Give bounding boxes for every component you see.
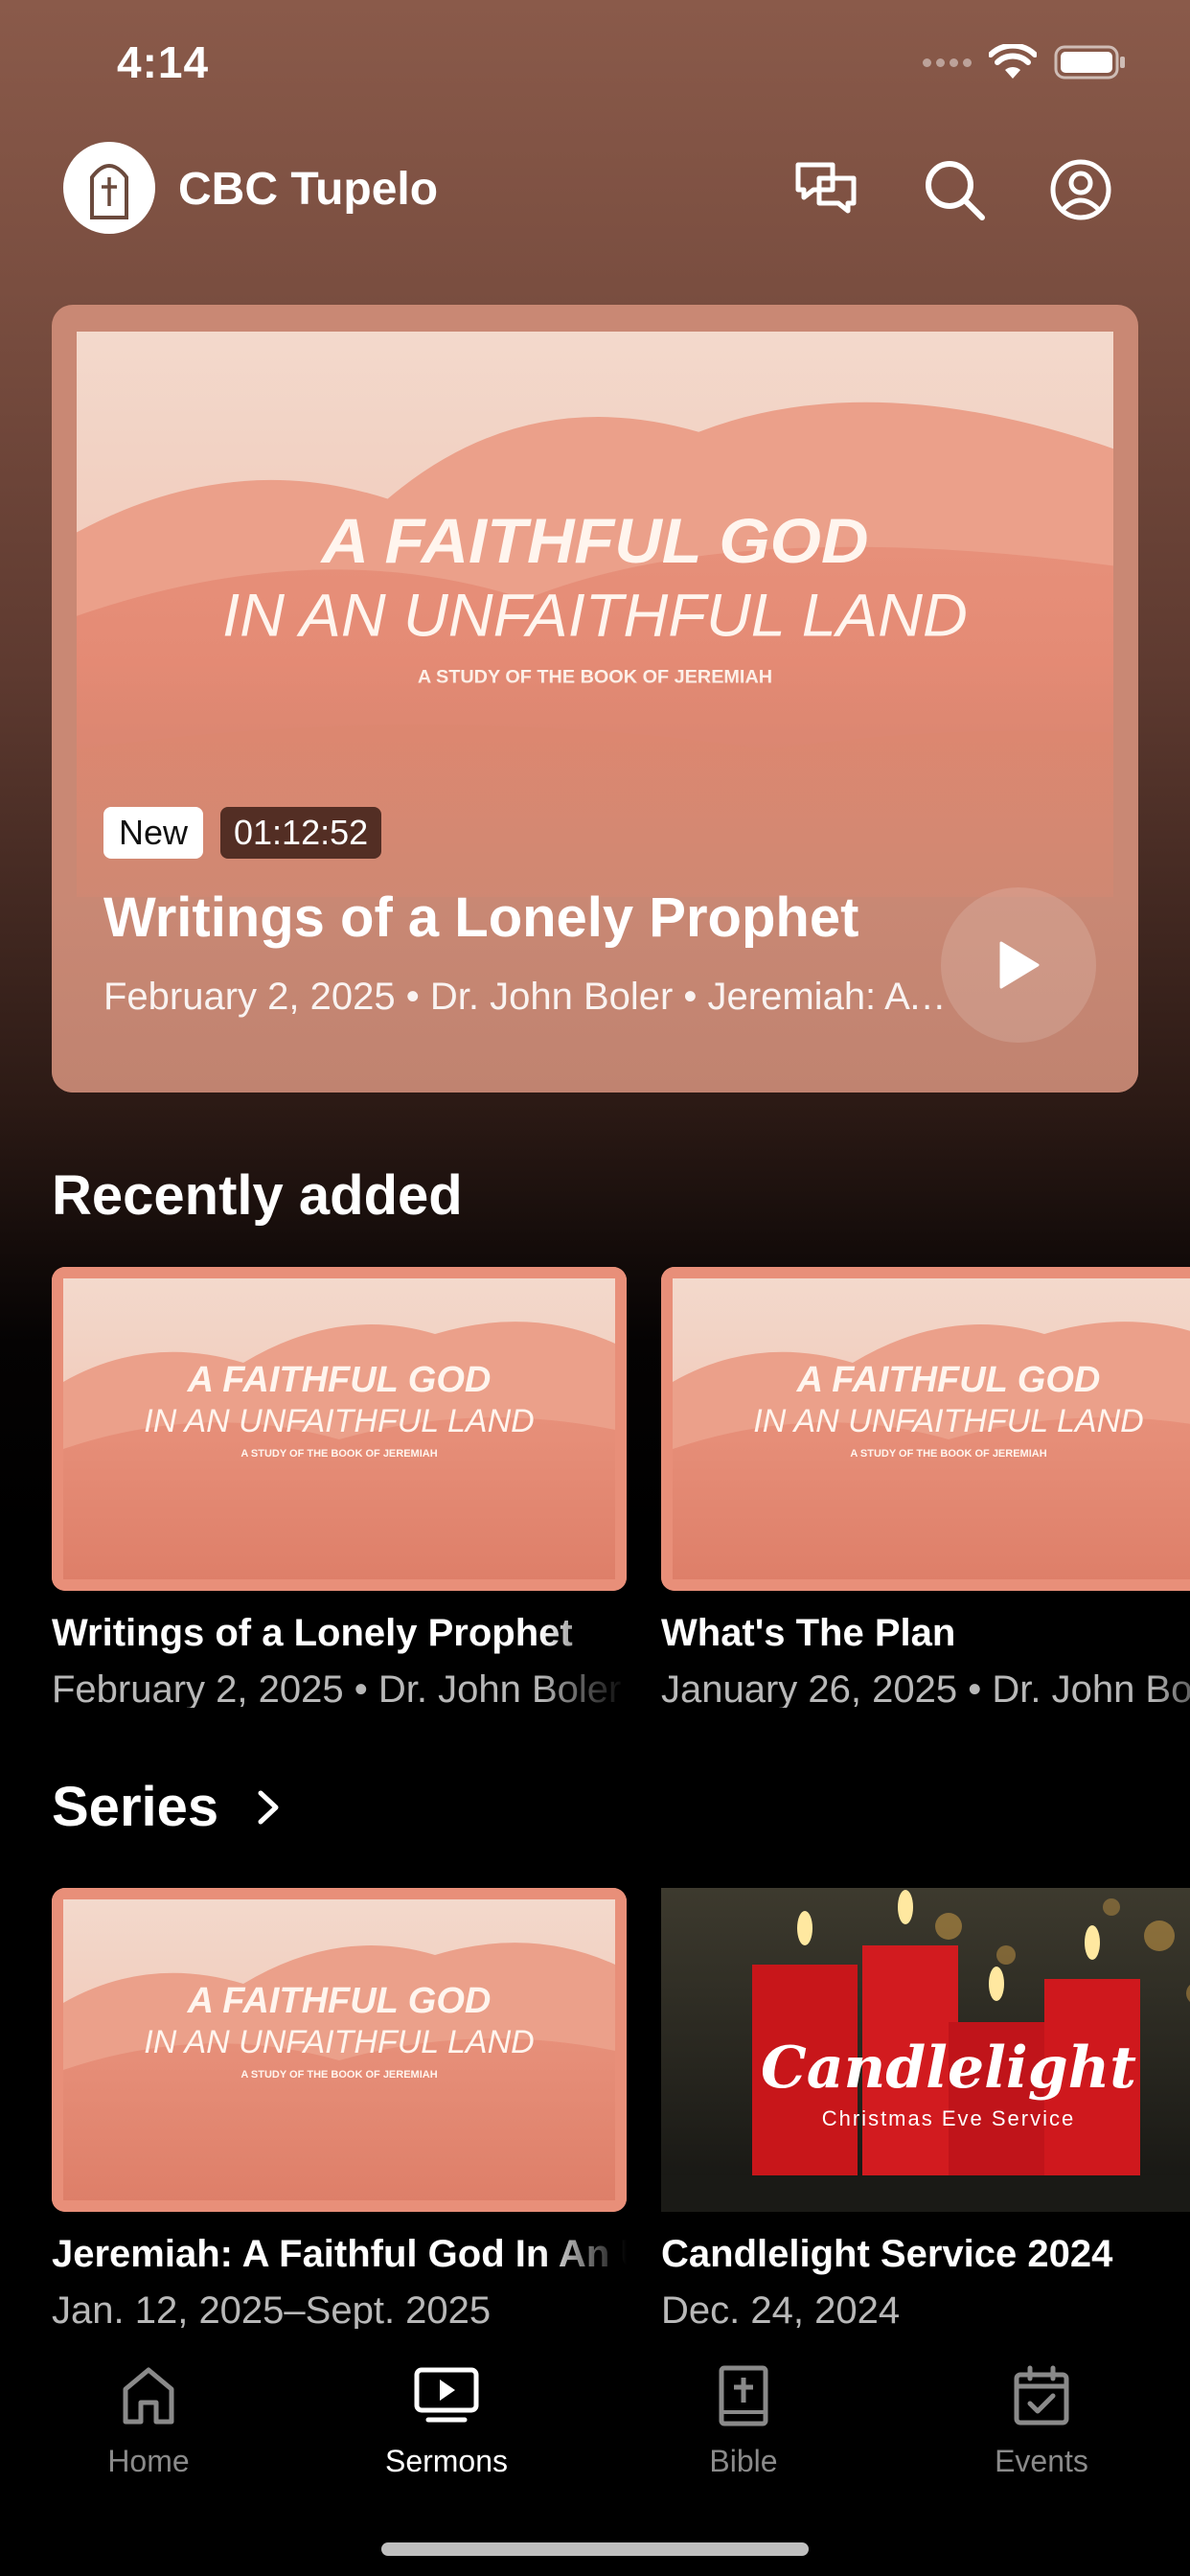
new-badge: New [103,807,204,859]
sermon-thumbnail: A FAITHFUL GOD IN AN UNFAITHFUL LAND A S… [661,1267,1190,1591]
svg-text:A STUDY OF THE BOOK OF JEREMIA: A STUDY OF THE BOOK OF JEREMIAH [850,1448,1046,1460]
series-header[interactable]: Series [52,1775,280,1839]
series-thumbnail: Candlelight Christmas Eve Service [661,1888,1190,2212]
svg-text:IN AN UNFAITHFUL LAND: IN AN UNFAITHFUL LAND [144,2024,534,2060]
series-card[interactable]: A FAITHFUL GOD IN AN UNFAITHFUL LAND A S… [52,1888,627,2329]
candlelight-subtitle: Christmas Eve Service [822,2106,1076,2130]
chat-icon [795,162,857,214]
card-title: Candlelight Service 2024 [661,2233,1113,2275]
featured-sermon-card[interactable]: A FAITHFUL GOD IN AN UNFAITHFUL LAND A S… [52,305,1138,1092]
series-card[interactable]: Candlelight Christmas Eve Service Candle… [661,1888,1190,2329]
search-icon [926,161,985,220]
series-thumbnail: A FAITHFUL GOD IN AN UNFAITHFUL LAND A S… [52,1888,627,2212]
search-button[interactable] [920,155,989,224]
status-bar: 4:14 [0,0,1190,134]
recently-added-row[interactable]: A FAITHFUL GOD IN AN UNFAITHFUL LAND A S… [52,1267,1190,1708]
duration-badge: 01:12:52 [220,807,382,859]
candlelight-script: Candlelight [761,2035,1136,2102]
tab-home[interactable]: Home [43,2358,254,2479]
tab-label: Bible [709,2444,778,2478]
home-icon [123,2367,174,2425]
tab-bar: Home Sermons Bible Events [0,2329,1190,2576]
svg-text:A FAITHFUL GOD: A FAITHFUL GOD [796,1360,1101,1400]
chevron-right-icon [258,1790,279,1824]
series-row[interactable]: A FAITHFUL GOD IN AN UNFAITHFUL LAND A S… [52,1888,1190,2329]
play-icon [999,941,1040,989]
card-title: What's The Plan [661,1612,956,1654]
status-icons [923,44,1127,80]
hero-meta: February 2, 2025 • Dr. John Boler • Jere… [103,976,947,1018]
tab-bible[interactable]: Bible [638,2358,849,2479]
sermon-card[interactable]: A FAITHFUL GOD IN AN UNFAITHFUL LAND A S… [661,1267,1190,1708]
svg-text:A STUDY OF THE BOOK OF JEREMIA: A STUDY OF THE BOOK OF JEREMIAH [240,1448,437,1460]
tab-sermons[interactable]: Sermons [341,2358,552,2479]
tab-label: Home [107,2444,190,2478]
series-heading: Series [52,1776,219,1838]
messages-button[interactable] [791,155,860,224]
church-logo[interactable] [63,142,155,234]
cellular-signal-icon [923,58,972,67]
card-meta: February 2, 2025 • Dr. John Boler [52,1668,622,1708]
sermon-card[interactable]: A FAITHFUL GOD IN AN UNFAITHFUL LAND A S… [52,1267,627,1708]
play-button[interactable] [941,887,1096,1043]
bible-icon [719,2365,768,2426]
app-title: CBC Tupelo [178,164,439,215]
profile-button[interactable] [1046,155,1115,224]
recently-added-heading: Recently added [52,1164,463,1227]
svg-text:IN AN UNFAITHFUL LAND: IN AN UNFAITHFUL LAND [753,1403,1143,1439]
tab-events[interactable]: Events [936,2358,1147,2479]
svg-text:IN AN UNFAITHFUL LAND: IN AN UNFAITHFUL LAND [144,1403,534,1439]
tab-label: Sermons [384,2444,509,2478]
app-header: CBC Tupelo [0,140,1190,240]
svg-text:A STUDY OF THE BOOK OF JEREMIA: A STUDY OF THE BOOK OF JEREMIAH [240,2069,437,2081]
hero-title: Writings of a Lonely Prophet [103,886,859,949]
svg-text:A FAITHFUL GOD: A FAITHFUL GOD [187,1360,492,1400]
account-icon [1050,159,1111,220]
battery-icon [1054,45,1125,80]
tab-label: Events [995,2444,1088,2478]
wifi-icon [989,44,1037,79]
svg-text:A FAITHFUL GOD: A FAITHFUL GOD [187,1981,492,2021]
events-icon [1014,2365,1069,2426]
card-meta: January 26, 2025 • Dr. John Boler [661,1668,1190,1708]
sermons-icon [414,2367,479,2423]
card-title: Jeremiah: A Faithful God In An Unfaithfu… [52,2233,627,2275]
card-title: Writings of a Lonely Prophet [52,1612,573,1654]
church-door-icon [90,164,128,219]
card-meta: Jan. 12, 2025–Sept. 2025 [52,2289,492,2329]
card-meta: Dec. 24, 2024 [661,2289,901,2329]
home-indicator[interactable] [381,2542,809,2556]
sermon-thumbnail: A FAITHFUL GOD IN AN UNFAITHFUL LAND A S… [52,1267,627,1591]
status-time: 4:14 [117,37,210,87]
